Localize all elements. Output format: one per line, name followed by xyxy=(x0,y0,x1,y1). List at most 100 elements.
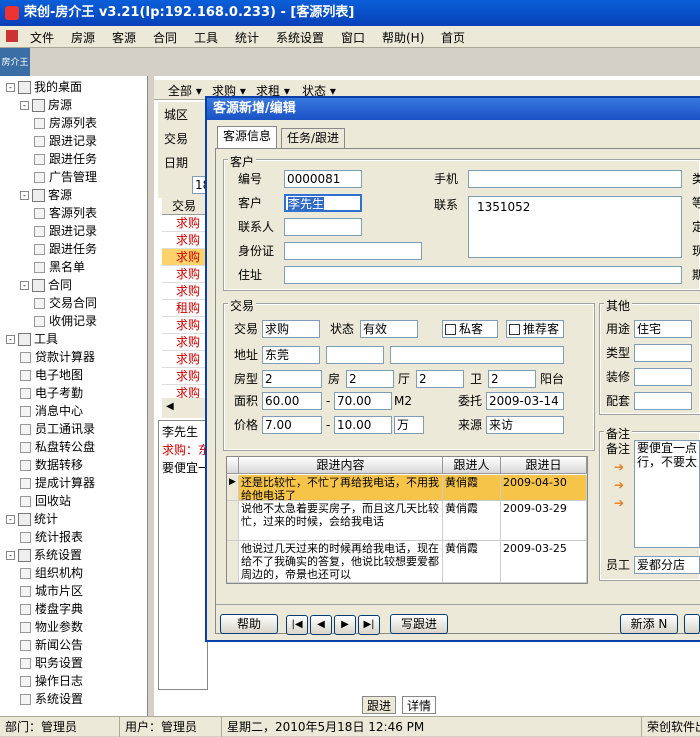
mobile-input[interactable] xyxy=(468,170,682,188)
tree-node[interactable]: 收佣记录 xyxy=(34,312,97,330)
expand-icon[interactable]: - xyxy=(6,515,15,524)
tree-node[interactable]: 跟进记录 xyxy=(34,222,97,240)
list-row[interactable]: 求购 xyxy=(162,283,206,300)
staff-input[interactable]: 爱都分店 xyxy=(634,556,700,574)
source-input[interactable]: 来访 xyxy=(486,416,564,434)
list-row[interactable]: 求购 xyxy=(162,266,206,283)
tree-node[interactable]: 新闻公告 xyxy=(20,636,83,654)
list-row[interactable]: 求购 xyxy=(162,334,206,351)
decor-input[interactable] xyxy=(634,368,692,386)
location-sub-input[interactable] xyxy=(326,346,384,364)
tree-node[interactable]: - 客源 xyxy=(20,186,72,204)
tree-node[interactable]: 客源列表 xyxy=(34,204,97,222)
mdi-icon[interactable] xyxy=(6,30,18,42)
tab-followup[interactable]: 跟进 xyxy=(362,696,397,714)
tree-node[interactable]: 数据转移 xyxy=(20,456,83,474)
list-row[interactable]: 求购 xyxy=(162,215,206,232)
price-max-input[interactable]: 10.00 xyxy=(334,416,392,434)
tree-node[interactable]: 跟进任务 xyxy=(34,150,97,168)
tree-node[interactable]: 跟进记录 xyxy=(34,132,97,150)
tree-node[interactable]: - 统计 xyxy=(6,510,58,528)
id-input[interactable] xyxy=(284,242,422,260)
tab-task-followup[interactable]: 任务/跟进 xyxy=(281,128,346,148)
nav-next-button[interactable]: ▶ xyxy=(334,615,356,635)
room-input[interactable]: 2 xyxy=(346,370,394,388)
list-row[interactable]: 求购 xyxy=(162,351,206,368)
bath-input[interactable]: 2 xyxy=(488,370,536,388)
tree-node[interactable]: 黑名单 xyxy=(34,258,85,276)
tab-detail[interactable]: 详情 xyxy=(402,696,437,714)
followup-content[interactable]: 还是比较忙，不忙了再给我电话，不用我给他电话了 xyxy=(239,475,443,501)
tree-node[interactable]: 电子地图 xyxy=(20,366,83,384)
menu-window[interactable]: 窗口 xyxy=(341,29,365,46)
tree-node[interactable]: 电子考勤 xyxy=(20,384,83,402)
write-followup-button[interactable]: 写跟进 xyxy=(390,614,448,634)
tree-node[interactable]: 跟进任务 xyxy=(34,240,97,258)
followup-date[interactable]: 2009-03-29 xyxy=(501,501,587,541)
followup-content[interactable]: 他说过几天过来的时候再给我电话，现在给不了我确实的答复，他说比较想要爱都周边的，… xyxy=(239,541,443,583)
tree-node[interactable]: 员工通讯录 xyxy=(20,420,95,438)
use-input[interactable]: 住宅 xyxy=(634,320,692,338)
row-indicator[interactable]: ▶ xyxy=(227,475,239,501)
menu-stats[interactable]: 统计 xyxy=(235,29,259,46)
arrow-icon[interactable]: ➔ xyxy=(614,494,624,512)
add-new-button[interactable]: 新添 N xyxy=(620,614,678,634)
tree-node[interactable]: 楼盘字典 xyxy=(20,600,83,618)
menu-settings[interactable]: 系统设置 xyxy=(276,29,324,46)
row-indicator[interactable] xyxy=(227,501,239,541)
tree-node[interactable]: 组织机构 xyxy=(20,564,83,582)
tree-node[interactable]: - 合同 xyxy=(20,276,72,294)
location-detail-input[interactable] xyxy=(390,346,564,364)
tree-node[interactable]: 私盘转公盘 xyxy=(20,438,95,456)
tree-node[interactable]: 系统设置 xyxy=(20,690,83,708)
area-max-input[interactable]: 70.00 xyxy=(334,392,392,410)
tree-node[interactable]: 操作日志 xyxy=(20,672,83,690)
followup-content[interactable]: 说他不太急着要买房子，而且这几天比较忙，过来的时候，会给我电话 xyxy=(239,501,443,541)
private-checkbox[interactable]: 私客 xyxy=(442,320,498,338)
expand-icon[interactable]: - xyxy=(20,281,29,290)
expand-icon[interactable]: - xyxy=(20,191,29,200)
nav-prev-button[interactable]: ◀ xyxy=(310,615,332,635)
entrust-date-input[interactable]: 2009-03-14 xyxy=(486,392,564,410)
followup-person[interactable]: 黄俏霞 xyxy=(443,501,501,541)
tree-node[interactable]: - 我的桌面 xyxy=(6,78,82,96)
arrow-icon[interactable]: ➔ xyxy=(614,458,624,476)
tree-node[interactable]: 提成计算器 xyxy=(20,474,95,492)
expand-icon[interactable]: - xyxy=(6,551,15,560)
address-input[interactable] xyxy=(284,266,682,284)
status-input[interactable]: 有效 xyxy=(360,320,418,338)
location-input[interactable]: 东莞 xyxy=(262,346,320,364)
tab-customer-info[interactable]: 客源信息 xyxy=(217,126,278,148)
menu-house[interactable]: 房源 xyxy=(71,29,95,46)
equip-input[interactable] xyxy=(634,392,692,410)
contact-person-input[interactable] xyxy=(284,218,362,236)
list-row[interactable]: 求购 xyxy=(162,232,206,249)
menu-contract[interactable]: 合同 xyxy=(153,29,177,46)
list-row[interactable]: 求购 xyxy=(162,317,206,334)
layout-input[interactable]: 2 xyxy=(262,370,322,388)
menu-home[interactable]: 首页 xyxy=(441,29,465,46)
area-min-input[interactable]: 60.00 xyxy=(262,392,322,410)
remark-textarea[interactable]: 要便宜一点行，不要太 xyxy=(634,440,700,548)
next-dialog-button[interactable] xyxy=(684,614,700,634)
nav-last-button[interactable]: ▶| xyxy=(358,615,380,635)
price-min-input[interactable]: 7.00 xyxy=(262,416,322,434)
expand-icon[interactable]: - xyxy=(6,83,15,92)
tree-node[interactable]: - 房源 xyxy=(20,96,72,114)
tree-node[interactable]: 消息中心 xyxy=(20,402,83,420)
tree-node[interactable]: 交易合同 xyxy=(34,294,97,312)
type-input[interactable] xyxy=(634,344,692,362)
tree-node[interactable]: 城市片区 xyxy=(20,582,83,600)
followup-date[interactable]: 2009-03-25 xyxy=(501,541,587,583)
nav-first-button[interactable]: |◀ xyxy=(286,615,308,635)
followup-person[interactable]: 黄俏霞 xyxy=(443,541,501,583)
arrow-icon[interactable]: ➔ xyxy=(614,476,624,494)
expand-icon[interactable]: - xyxy=(20,101,29,110)
help-button[interactable]: 帮助 xyxy=(220,614,278,634)
list-row[interactable]: 求购 xyxy=(162,368,206,385)
tree-node[interactable]: 物业参数 xyxy=(20,618,83,636)
menu-file[interactable]: 文件 xyxy=(30,29,54,46)
tree-node[interactable]: - 系统设置 xyxy=(6,546,82,564)
tree-node[interactable]: 统计报表 xyxy=(20,528,83,546)
tree-node[interactable]: 职务设置 xyxy=(20,654,83,672)
